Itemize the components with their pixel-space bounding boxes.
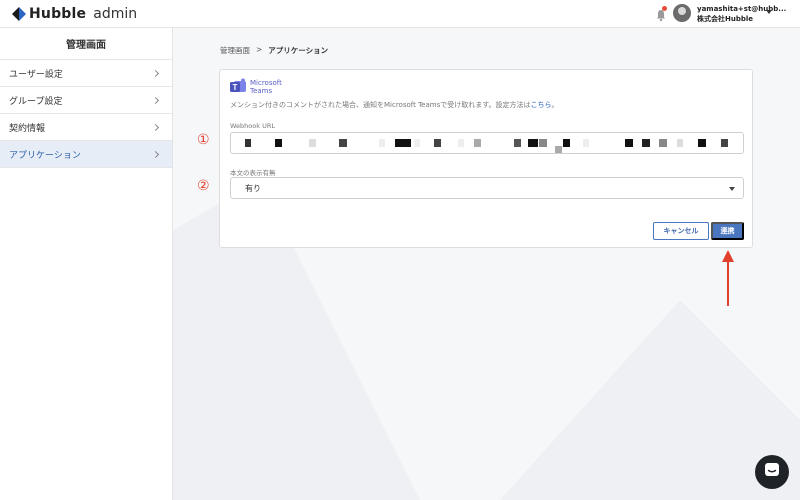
chat-icon	[764, 462, 780, 482]
user-menu[interactable]: yamashita+st@hubb... 株式会社Hubble	[697, 4, 786, 24]
body-display-select[interactable]: 有り	[230, 177, 744, 199]
top-bar: Hubble admin yamashita+st@hubb... 株式会社Hu…	[0, 0, 800, 28]
annotation-marker-2: ②	[197, 178, 210, 194]
brand-suffix: admin	[93, 6, 138, 22]
cancel-button[interactable]: キャンセル	[653, 222, 709, 240]
sidebar-item-label: ユーザー設定	[9, 69, 63, 80]
sidebar-title: 管理画面	[0, 28, 172, 60]
breadcrumb-separator: >	[256, 45, 263, 54]
chevron-right-icon	[151, 69, 160, 77]
chevron-right-icon	[151, 150, 160, 158]
breadcrumb-root[interactable]: 管理画面	[220, 45, 250, 56]
svg-text:T: T	[233, 83, 238, 92]
brand-name: Hubble	[29, 6, 87, 22]
sidebar-item-label: アプリケーション	[9, 150, 81, 161]
user-company: 株式会社Hubble	[697, 15, 754, 23]
sidebar: 管理画面 ユーザー設定 グループ設定 契約情報 アプリケーション	[0, 28, 173, 500]
annotation-marker-1: ①	[197, 132, 210, 148]
webhook-url-label: Webhook URL	[230, 122, 275, 130]
webhook-url-input[interactable]	[230, 132, 744, 154]
breadcrumb: 管理画面 > アプリケーション	[220, 45, 328, 56]
sidebar-item-label: 契約情報	[9, 123, 46, 134]
description-text: メンション付きのコメントがされた場合、通知をMicrosoft Teamsで受け…	[230, 101, 531, 109]
user-email: yamashita+st@hubb...	[697, 5, 787, 13]
chevron-right-icon	[151, 123, 160, 131]
description-end: 。	[551, 101, 559, 109]
description: メンション付きのコメントがされた場合、通知をMicrosoft Teamsで受け…	[230, 100, 559, 110]
avatar[interactable]	[673, 4, 691, 22]
teams-wordmark-line1: Microsoft	[250, 78, 282, 87]
breadcrumb-current: アプリケーション	[268, 46, 329, 55]
sidebar-item-contract[interactable]: 契約情報	[0, 114, 172, 141]
notification-dot	[662, 6, 667, 11]
teams-wordmark-line2: Teams	[250, 86, 273, 95]
sidebar-item-group-settings[interactable]: グループ設定	[0, 87, 172, 114]
sidebar-item-applications[interactable]: アプリケーション	[0, 141, 172, 168]
teams-wordmark: Microsoft Teams	[250, 79, 282, 95]
connect-button[interactable]: 連携	[711, 222, 744, 240]
hubble-logo[interactable]: Hubble admin	[12, 6, 137, 22]
body-display-value: 有り	[245, 183, 261, 193]
microsoft-teams-logo: T Microsoft Teams	[230, 78, 282, 95]
help-link[interactable]: こちら	[531, 101, 552, 109]
chat-button[interactable]	[755, 455, 789, 489]
teams-integration-card: T Microsoft Teams メンション付きのコメントがされた場合、通知を…	[219, 69, 753, 248]
caret-down-icon[interactable]	[766, 10, 772, 14]
body-display-label: 本文の表示有無	[230, 169, 276, 177]
chevron-right-icon	[151, 96, 160, 104]
teams-icon: T	[230, 78, 247, 95]
chevron-down-icon	[729, 187, 735, 191]
annotation-arrow-icon	[722, 250, 734, 306]
sidebar-item-user-settings[interactable]: ユーザー設定	[0, 60, 172, 87]
sidebar-item-label: グループ設定	[9, 96, 63, 107]
hubble-logo-icon	[12, 7, 26, 21]
